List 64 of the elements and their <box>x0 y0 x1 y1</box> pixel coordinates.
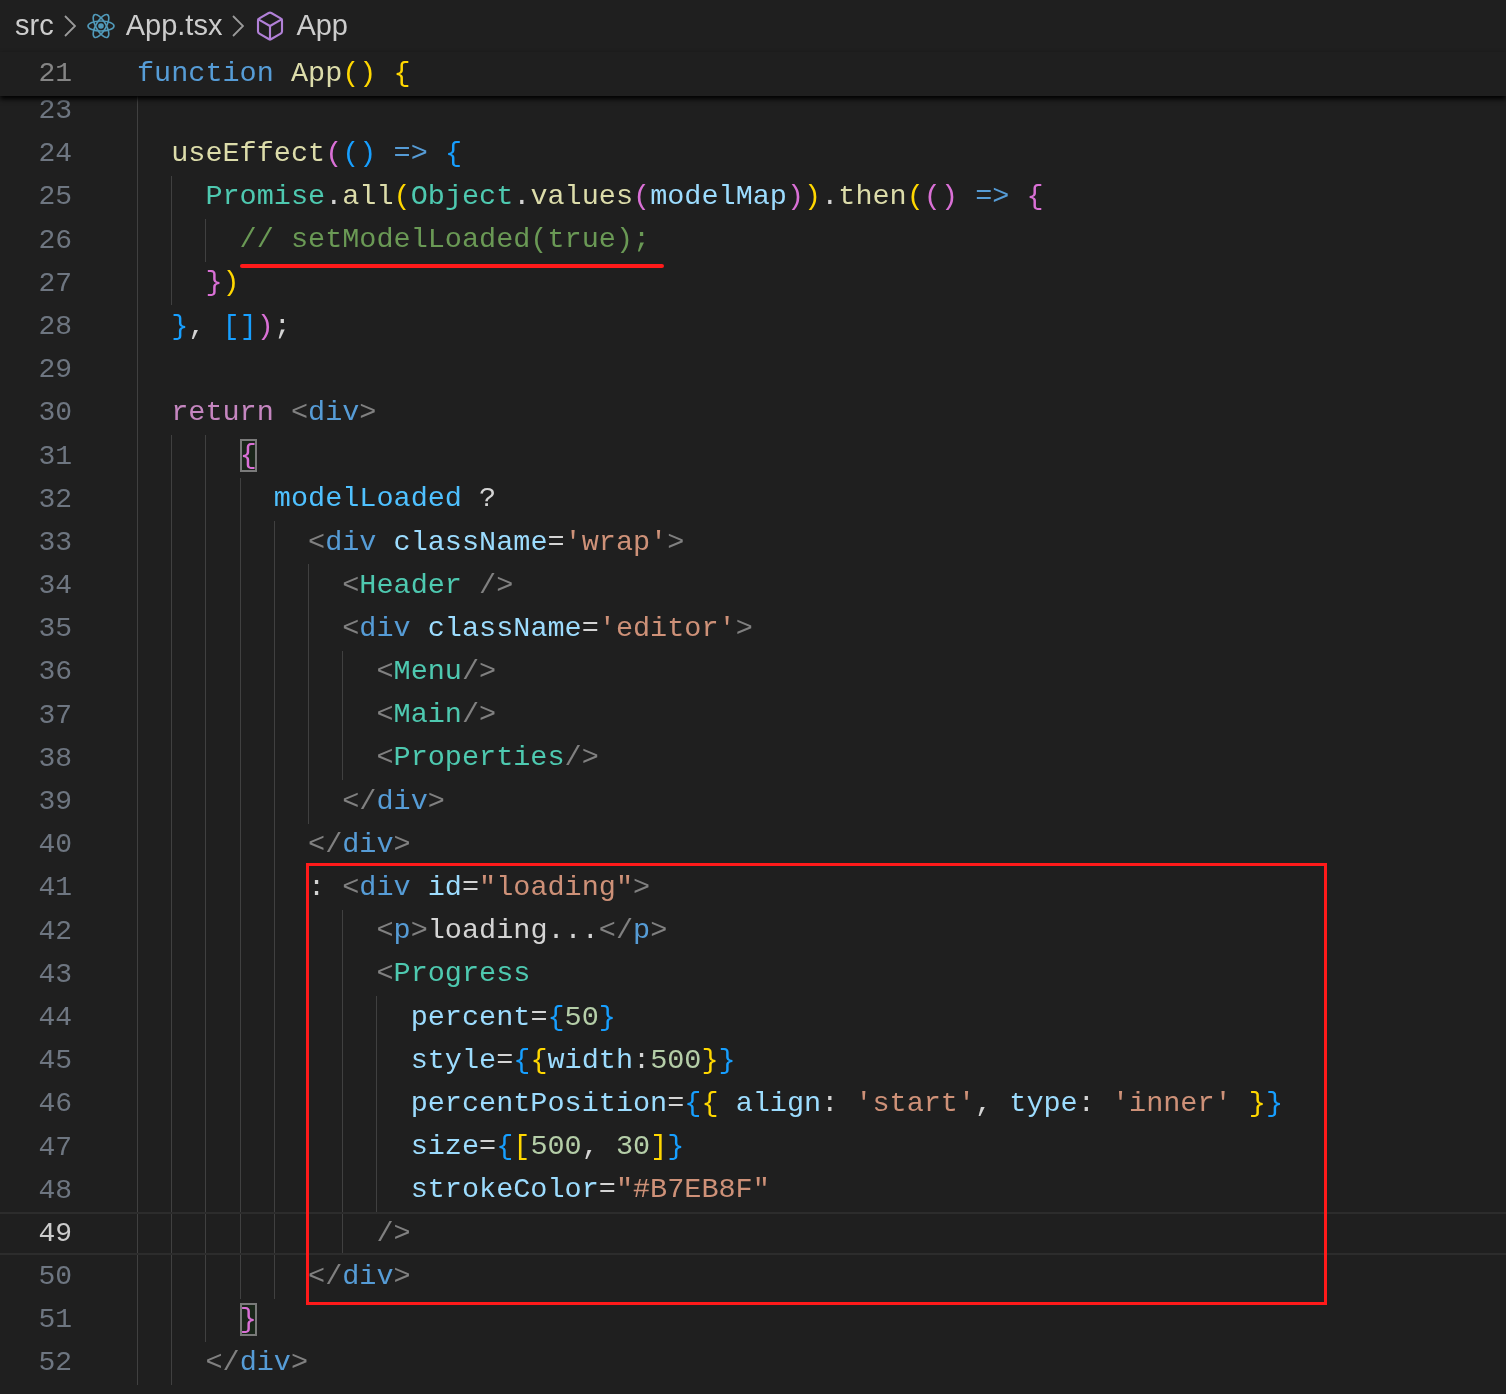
code-line: <div className='wrap'> <box>307 524 685 561</box>
line-number: 24 <box>37 137 72 172</box>
line-number: 28 <box>37 309 72 344</box>
code-line: <Main/> <box>375 697 497 734</box>
code-line: <Progress <box>375 956 531 993</box>
line-number: 43 <box>37 957 72 992</box>
line-number: 29 <box>37 353 72 388</box>
line-number: 49 <box>37 1216 72 1251</box>
code-line: percentPosition={{ align: 'start', type: 'inner' }} <box>409 1085 1283 1122</box>
code-line: strokeColor="#B7EB8F" <box>409 1172 770 1209</box>
code-line: Promise.all(Object.values(modelMap)).then(() => { <box>204 179 1044 215</box>
code-line: }) <box>204 265 240 302</box>
line-number: 38 <box>37 741 72 776</box>
line-number: 23 <box>37 94 72 128</box>
code-line: <p>loading...</p> <box>375 913 668 950</box>
code-line: function App() { <box>137 55 411 92</box>
line-number: 27 <box>37 266 72 301</box>
line-number: 51 <box>37 1303 72 1338</box>
code-line: <Properties/> <box>375 740 599 777</box>
code-line: size={[500, 30]} <box>409 1129 685 1166</box>
code-line: percent={50} <box>409 999 616 1036</box>
line-number: 46 <box>37 1087 72 1122</box>
chevron-icon <box>232 15 245 37</box>
line-number: 47 <box>37 1130 72 1165</box>
line-number: 21 <box>37 57 72 91</box>
code-line: </div> <box>307 826 411 863</box>
code-line: : <div id="loading"> <box>307 870 651 906</box>
atom-icon <box>85 11 116 41</box>
line-number: 31 <box>37 439 72 474</box>
line-number: 26 <box>37 223 72 258</box>
code-line: /> <box>375 1215 411 1252</box>
line-number: 30 <box>37 396 72 431</box>
code-line: <Header /> <box>341 567 514 604</box>
line-number: 37 <box>37 698 72 733</box>
line-number: 32 <box>37 482 72 517</box>
line-number: 44 <box>37 1000 72 1035</box>
code-line: </div> <box>307 1258 411 1295</box>
breadcrumb-item[interactable]: App.tsx <box>125 4 223 48</box>
code-line: <div className='editor'> <box>341 610 753 647</box>
code-line: }, []); <box>170 308 291 345</box>
code-line: <Menu/> <box>375 654 497 691</box>
line-number: 52 <box>37 1346 72 1381</box>
line-number: 48 <box>37 1173 72 1208</box>
code-line: </div> <box>204 1345 309 1382</box>
line-number: 39 <box>37 785 72 819</box>
line-number: 41 <box>37 871 72 906</box>
line-number: 25 <box>37 180 72 215</box>
line-number: 42 <box>37 914 72 949</box>
breadcrumb-item[interactable]: src <box>15 4 54 48</box>
code-line: modelLoaded ? <box>272 481 497 518</box>
line-number: 36 <box>37 655 72 690</box>
code-line: useEffect(() => { <box>170 135 462 172</box>
line-number: 40 <box>37 828 72 863</box>
chevron-icon <box>63 15 76 37</box>
code-line: return <div> <box>170 394 377 431</box>
code-line: // setModelLoaded(true); <box>137 219 651 262</box>
line-number: 35 <box>37 612 72 647</box>
line-number: 34 <box>37 569 72 604</box>
breadcrumb-item[interactable]: App <box>296 4 348 48</box>
line-number: 45 <box>37 1044 72 1079</box>
line-number: 50 <box>37 1260 72 1295</box>
line-number: 33 <box>37 525 72 560</box>
code-line: style={{width:500}} <box>409 1042 736 1079</box>
code-line: </div> <box>341 783 445 820</box>
